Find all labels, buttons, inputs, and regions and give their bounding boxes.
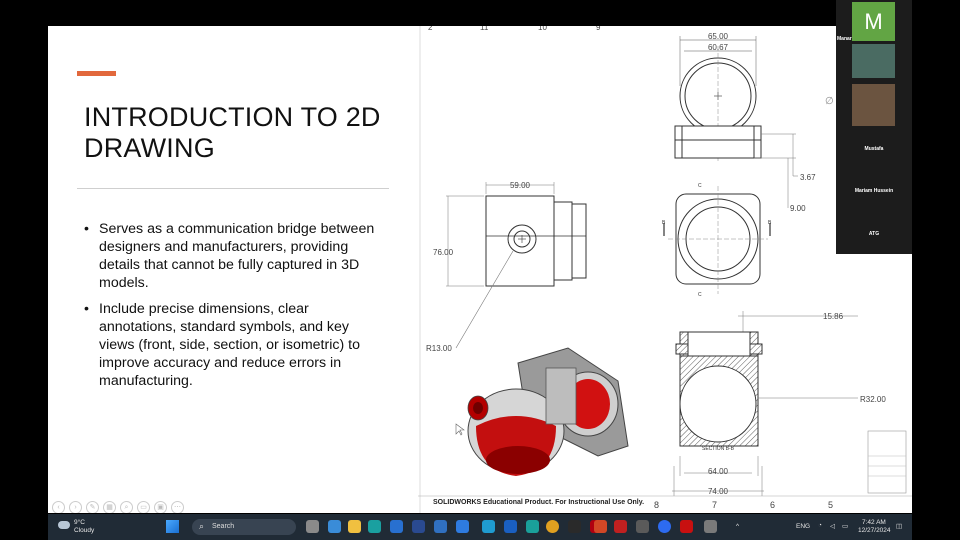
title-block bbox=[867, 430, 907, 494]
task-view-icon[interactable] bbox=[306, 520, 319, 533]
weather-desc: Cloudy bbox=[74, 527, 95, 534]
taskbar: 9°C Cloudy ⌕ Search ^ ENG ◔ ◁ ▭ 7:42 AM … bbox=[48, 514, 912, 540]
subtitles-icon[interactable]: ▭ bbox=[137, 501, 150, 513]
col-label: 5 bbox=[828, 500, 833, 510]
section-mark: C bbox=[698, 183, 702, 189]
col-label: 8 bbox=[654, 500, 659, 510]
col-label: 9 bbox=[596, 26, 601, 32]
zoom-icon[interactable]: ⌕ bbox=[120, 501, 133, 513]
pen-icon[interactable]: ✎ bbox=[86, 501, 99, 513]
section-label: SECTION B-B bbox=[702, 446, 735, 452]
col-label: 6 bbox=[770, 500, 775, 510]
dim-label: 15.86 bbox=[823, 312, 844, 321]
notification-icon[interactable]: ◫ bbox=[896, 522, 902, 530]
language-indicator[interactable]: ENG bbox=[796, 523, 810, 530]
bullet-item: Serves as a communication bridge between… bbox=[84, 220, 384, 292]
dim-label: R32.00 bbox=[860, 395, 886, 404]
dim-label: 64.00 bbox=[708, 467, 729, 476]
dim-label: 3.67 bbox=[800, 173, 816, 182]
app-icon[interactable] bbox=[482, 520, 495, 533]
prev-slide-icon[interactable]: ‹ bbox=[52, 501, 65, 513]
solidworks-icon[interactable] bbox=[614, 520, 627, 533]
dim-label: R13.00 bbox=[426, 344, 452, 353]
copilot-icon[interactable] bbox=[328, 520, 341, 533]
app-icon[interactable] bbox=[456, 520, 469, 533]
start-icon[interactable] bbox=[166, 520, 179, 533]
bullet-item: Include precise dimensions, clear annota… bbox=[84, 300, 384, 390]
search-placeholder: Search bbox=[212, 523, 235, 530]
edu-notice: SOLIDWORKS Educational Product. For Inst… bbox=[433, 499, 644, 506]
app-icon[interactable] bbox=[636, 520, 649, 533]
title-accent-bar bbox=[77, 71, 116, 76]
participant-name: ATG bbox=[868, 231, 880, 237]
col-label: 11 bbox=[480, 26, 489, 32]
volume-icon[interactable]: ◁ bbox=[830, 522, 835, 530]
edge-icon[interactable] bbox=[368, 520, 381, 533]
app-icon[interactable] bbox=[526, 520, 539, 533]
wifi-icon[interactable]: ◔ bbox=[818, 522, 822, 529]
dim-label: 74.00 bbox=[708, 487, 729, 496]
diameter-symbol: ∅ bbox=[825, 96, 834, 107]
meeting-panel: M Manar Mustafa Mariam Hussein ATG bbox=[836, 0, 912, 254]
tray-chevron-icon[interactable]: ^ bbox=[736, 523, 739, 530]
zoom-icon[interactable] bbox=[658, 520, 671, 533]
app-icon[interactable] bbox=[568, 520, 581, 533]
dim-label: 60.67 bbox=[708, 43, 729, 52]
participant-name: Manar bbox=[837, 36, 852, 42]
clock-date[interactable]: 12/27/2024 bbox=[858, 527, 891, 534]
slide-title: INTRODUCTION TO 2D DRAWING bbox=[84, 102, 381, 163]
chrome-icon[interactable] bbox=[546, 520, 559, 533]
explorer-icon[interactable] bbox=[348, 520, 361, 533]
dim-label: 65.00 bbox=[708, 32, 729, 41]
participant-name: Mustafa bbox=[864, 146, 884, 152]
weather-icon[interactable] bbox=[58, 521, 70, 529]
photos-icon[interactable] bbox=[434, 520, 447, 533]
title-divider bbox=[77, 188, 389, 189]
participant-name: Mariam Hussein bbox=[854, 188, 894, 194]
search-input[interactable]: ⌕ Search bbox=[192, 519, 296, 535]
slides-icon[interactable]: ▦ bbox=[103, 501, 116, 513]
camera-icon[interactable]: ▣ bbox=[154, 501, 167, 513]
weather-temp: 9°C bbox=[74, 519, 85, 526]
col-label: 7 bbox=[712, 500, 717, 510]
battery-icon[interactable]: ▭ bbox=[842, 522, 848, 530]
acrobat-icon[interactable] bbox=[680, 520, 693, 533]
linkedin-icon[interactable] bbox=[412, 520, 425, 533]
col-label: 10 bbox=[538, 26, 547, 32]
outlook-icon[interactable] bbox=[504, 520, 517, 533]
participant-video[interactable] bbox=[852, 44, 895, 78]
dim-label: 59.00 bbox=[510, 181, 531, 190]
next-slide-icon[interactable]: › bbox=[69, 501, 82, 513]
dim-label: 76.00 bbox=[433, 248, 454, 257]
participant-video[interactable] bbox=[852, 84, 895, 126]
col-label: 2 bbox=[428, 26, 433, 32]
dim-label: 9.00 bbox=[790, 204, 806, 213]
app-icon[interactable] bbox=[704, 520, 717, 533]
store-icon[interactable] bbox=[390, 520, 403, 533]
section-mark: C bbox=[698, 292, 702, 298]
more-icon[interactable]: ⋯ bbox=[171, 501, 184, 513]
clock-time[interactable]: 7:42 AM bbox=[862, 519, 886, 526]
search-icon: ⌕ bbox=[199, 521, 205, 531]
slide-toolbar: ‹ › ✎ ▦ ⌕ ▭ ▣ ⋯ bbox=[52, 496, 188, 513]
powerpoint-icon[interactable] bbox=[594, 520, 607, 533]
bullet-list: Serves as a communication bridge between… bbox=[84, 220, 384, 398]
slide-canvas: INTRODUCTION TO 2D DRAWING Serves as a c… bbox=[48, 26, 912, 513]
